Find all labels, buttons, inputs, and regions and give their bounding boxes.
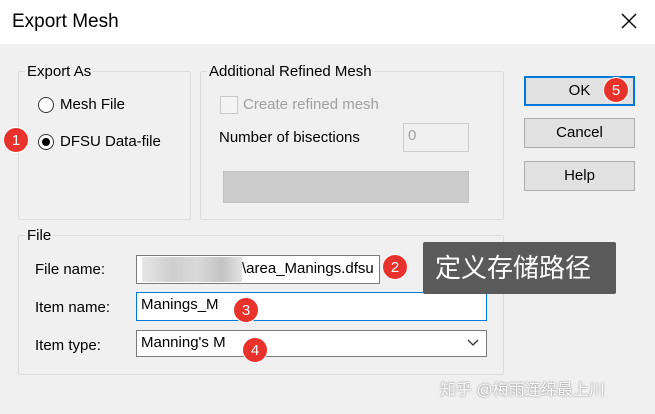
annotation-tooltip: 定义存储路径 <box>423 242 616 294</box>
redacted-path <box>142 257 242 282</box>
window-title: Export Mesh <box>12 11 119 32</box>
close-icon[interactable] <box>618 10 640 32</box>
create-refined-mesh-label: Create refined mesh <box>243 96 379 113</box>
dfsu-data-file-radio[interactable] <box>38 134 54 150</box>
file-name-value: \area_Manings.dfsu <box>242 260 374 277</box>
annotation-badge-4: 4 <box>242 337 268 363</box>
dfsu-data-file-label[interactable]: DFSU Data-file <box>60 133 161 150</box>
item-name-label: Item name: <box>35 299 111 316</box>
chevron-down-icon[interactable] <box>467 339 479 347</box>
item-name-field[interactable]: Manings_M <box>136 292 487 321</box>
cancel-button[interactable]: Cancel <box>524 118 635 148</box>
refined-mesh-legend: Additional Refined Mesh <box>209 63 372 80</box>
create-refined-mesh-checkbox[interactable] <box>220 96 238 114</box>
annotation-badge-1: 1 <box>3 127 29 153</box>
bisections-label: Number of bisections <box>219 129 360 146</box>
export-as-legend: Export As <box>27 63 92 80</box>
annotation-badge-5: 5 <box>603 77 629 103</box>
item-type-label: Item type: <box>35 337 101 354</box>
mesh-file-radio[interactable] <box>38 97 54 113</box>
annotation-badge-3: 3 <box>233 297 259 323</box>
file-legend: File <box>27 227 52 244</box>
annotation-badge-2: 2 <box>382 254 408 280</box>
file-name-label: File name: <box>35 261 106 278</box>
bisections-input[interactable]: 0 <box>403 123 469 152</box>
item-type-value: Manning's M <box>141 334 226 351</box>
mesh-file-label[interactable]: Mesh File <box>60 96 125 113</box>
watermark: 知乎 @梅雨连绵最上川 <box>440 382 605 399</box>
help-button[interactable]: Help <box>524 161 635 191</box>
refined-mesh-button[interactable] <box>223 171 469 203</box>
